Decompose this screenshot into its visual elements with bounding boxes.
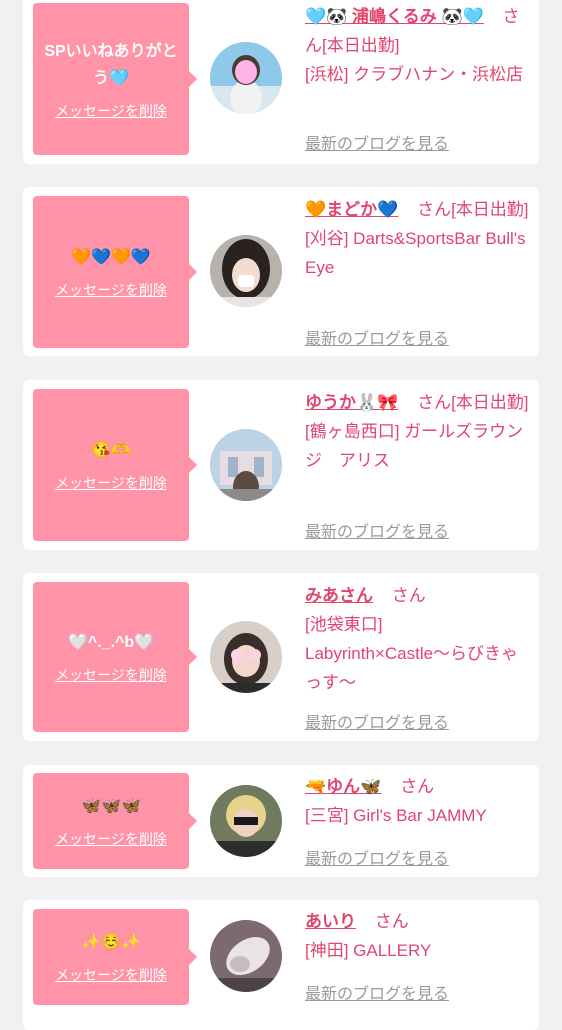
name-line: みあさん さん xyxy=(305,581,529,610)
honorific: さん xyxy=(417,393,452,412)
avatar[interactable] xyxy=(210,785,282,857)
message-card: 🦋🦋🦋 メッセージを削除 🔫ゆん🦋 さん [三宮] Girl's Bar JAM… xyxy=(23,765,539,877)
name-line: 🩵🐼 浦嶋くるみ 🐼🩵 さん[本日出勤] xyxy=(305,2,529,60)
shop-info: [刈谷] Darts&SportsBar Bull's Eye xyxy=(305,229,526,277)
message-text: SPいいねありがとう🩵 xyxy=(44,42,178,87)
cast-info: 🩵🐼 浦嶋くるみ 🐼🩵 さん[本日出勤] [浜松] クラブハナン・浜松店 xyxy=(305,2,529,89)
cast-name-link[interactable]: ゆうか🐰🎀 xyxy=(305,393,398,412)
delete-message-link[interactable]: メッセージを削除 xyxy=(55,280,167,300)
avatar-photo xyxy=(210,429,282,501)
shop-info: [神田] GALLERY xyxy=(305,941,432,960)
delete-message-link[interactable]: メッセージを削除 xyxy=(55,965,167,985)
shop-info: [池袋東口] Labyrinth×Castle〜らびきゃっす〜 xyxy=(305,615,519,692)
shop-info: [三宮] Girl's Bar JAMMY xyxy=(305,806,487,825)
cast-name-link[interactable]: 🩵🐼 浦嶋くるみ 🐼🩵 xyxy=(305,7,484,26)
name-line: ゆうか🐰🎀 さん[本日出勤] xyxy=(305,388,529,417)
message-card: 🧡💙🧡💙 メッセージを削除 🧡まどか💙 さん[本日出勤] [刈谷] Darts&… xyxy=(23,187,539,356)
honorific: さん xyxy=(417,200,452,219)
message-card: 😘🫶 メッセージを削除 ゆうか🐰🎀 さん[本日出勤] [鶴ヶ島西口] ガールズラ… xyxy=(23,380,539,550)
name-line: 🧡まどか💙 さん[本日出勤] xyxy=(305,195,529,224)
attendance-status: [本日出勤] xyxy=(322,36,400,55)
honorific: さん xyxy=(391,586,426,605)
message-text: 🤍^._.^b🤍 xyxy=(67,634,155,651)
cast-name-link[interactable]: みあさん xyxy=(305,586,373,605)
message-text: 🦋🦋🦋 xyxy=(81,798,141,815)
cast-info: 🧡まどか💙 さん[本日出勤] [刈谷] Darts&SportsBar Bull… xyxy=(305,195,529,282)
cast-name-link[interactable]: 🔫ゆん🦋 xyxy=(305,777,381,796)
avatar-photo xyxy=(210,785,282,857)
shop-info: [浜松] クラブハナン・浜松店 xyxy=(305,65,524,84)
avatar-photo xyxy=(210,621,282,693)
latest-blog-link[interactable]: 最新のブログを見る xyxy=(305,709,449,733)
cast-info: ゆうか🐰🎀 さん[本日出勤] [鶴ヶ島西口] ガールズラウンジ アリス xyxy=(305,388,529,475)
cast-info: 🔫ゆん🦋 さん [三宮] Girl's Bar JAMMY xyxy=(305,772,529,830)
avatar[interactable] xyxy=(210,42,282,114)
delete-message-link[interactable]: メッセージを削除 xyxy=(55,829,167,849)
shop-info: [鶴ヶ島西口] ガールズラウンジ アリス xyxy=(305,422,524,470)
avatar[interactable] xyxy=(210,429,282,501)
message-bubble: 😘🫶 メッセージを削除 xyxy=(33,389,197,541)
delete-message-link[interactable]: メッセージを削除 xyxy=(55,101,167,121)
avatar[interactable] xyxy=(210,235,282,307)
honorific: さん xyxy=(374,912,409,931)
message-bubble: 🧡💙🧡💙 メッセージを削除 xyxy=(33,196,197,348)
message-bubble: 🦋🦋🦋 メッセージを削除 xyxy=(33,773,197,869)
cast-info: あいり さん [神田] GALLERY xyxy=(305,907,529,965)
delete-message-link[interactable]: メッセージを削除 xyxy=(55,473,167,493)
delete-message-link[interactable]: メッセージを削除 xyxy=(55,665,167,685)
message-card: SPいいねありがとう🩵 メッセージを削除 🩵🐼 浦嶋くるみ 🐼🩵 さん[本日出勤… xyxy=(23,0,539,164)
attendance-status: [本日出勤] xyxy=(451,200,529,219)
message-bubble: 🤍^._.^b🤍 メッセージを削除 xyxy=(33,582,197,732)
latest-blog-link[interactable]: 最新のブログを見る xyxy=(305,325,449,349)
latest-blog-link[interactable]: 最新のブログを見る xyxy=(305,845,449,869)
cast-name-link[interactable]: あいり xyxy=(305,912,356,931)
latest-blog-link[interactable]: 最新のブログを見る xyxy=(305,130,449,154)
cast-name-link[interactable]: 🧡まどか💙 xyxy=(305,200,398,219)
name-line: 🔫ゆん🦋 さん xyxy=(305,772,529,801)
attendance-status: [本日出勤] xyxy=(451,393,529,412)
message-text: 😘🫶 xyxy=(91,442,131,459)
message-card: ✨☺️✨ メッセージを削除 あいり さん [神田] GALLERY 最新のブログ… xyxy=(23,900,539,1030)
latest-blog-link[interactable]: 最新のブログを見る xyxy=(305,980,449,1004)
message-text: 🧡💙🧡💙 xyxy=(71,249,151,266)
avatar-photo xyxy=(210,235,282,307)
message-card: 🤍^._.^b🤍 メッセージを削除 みあさん さん [池袋東口] Labyrin… xyxy=(23,573,539,741)
honorific: さん xyxy=(400,777,435,796)
avatar-photo xyxy=(210,920,282,992)
name-line: あいり さん xyxy=(305,907,529,936)
message-bubble: SPいいねありがとう🩵 メッセージを削除 xyxy=(33,3,197,155)
latest-blog-link[interactable]: 最新のブログを見る xyxy=(305,518,449,542)
avatar[interactable] xyxy=(210,920,282,992)
cast-info: みあさん さん [池袋東口] Labyrinth×Castle〜らびきゃっす〜 xyxy=(305,581,529,697)
message-text: ✨☺️✨ xyxy=(81,934,141,951)
avatar[interactable] xyxy=(210,621,282,693)
avatar-photo xyxy=(210,42,282,114)
message-bubble: ✨☺️✨ メッセージを削除 xyxy=(33,909,197,1005)
